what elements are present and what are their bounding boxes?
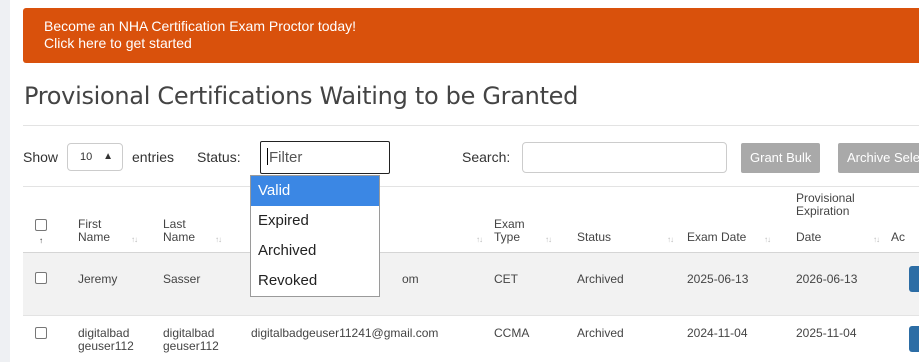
sort-icon[interactable]: ↑↓ bbox=[131, 235, 138, 244]
page-content: Become an NHA Certification Exam Proctor… bbox=[10, 0, 919, 362]
header-last-name[interactable]: Last Name bbox=[163, 218, 195, 244]
cell-last-name: digitalbad geuser112 bbox=[163, 327, 219, 353]
status-filter-placeholder: Filter bbox=[269, 149, 303, 166]
banner-line-1[interactable]: Become an NHA Certification Exam Proctor… bbox=[44, 18, 919, 35]
proctor-banner[interactable]: Become an NHA Certification Exam Proctor… bbox=[23, 8, 919, 63]
cell-email-partial: om bbox=[402, 272, 419, 286]
status-filter-dropdown: Valid Expired Archived Revoked bbox=[250, 175, 380, 297]
table-row: digitalbad geuser112 digitalbad geuser11… bbox=[23, 316, 919, 362]
header-first-name-line2: Name bbox=[78, 230, 111, 244]
row-checkbox[interactable] bbox=[35, 327, 47, 339]
table-controls: Show 10 ▲︎ entries Status: Filter Search… bbox=[23, 140, 919, 174]
header-first-name[interactable]: First Name bbox=[78, 218, 110, 244]
table-row: Jeremy Sasser s om CET Archived 2025-06-… bbox=[23, 253, 919, 315]
header-exam-date[interactable]: Exam Date bbox=[687, 231, 746, 244]
cell-provisional-expiration-date: 2025-11-04 bbox=[796, 326, 857, 340]
sort-icon[interactable]: ↑↓ bbox=[667, 235, 674, 244]
row-action-button[interactable] bbox=[909, 266, 919, 292]
cell-provisional-expiration-date: 2026-06-13 bbox=[796, 272, 858, 286]
cell-first-name-line2: geuser112 bbox=[78, 339, 134, 353]
cell-exam-type: CCMA bbox=[494, 326, 530, 340]
cell-last-name-line2: geuser112 bbox=[163, 339, 219, 353]
entries-select-value: 10 bbox=[80, 151, 93, 163]
cell-last-name: Sasser bbox=[163, 272, 201, 286]
banner-line-2[interactable]: Click here to get started bbox=[44, 35, 919, 52]
cell-first-name: digitalbad geuser112 bbox=[78, 327, 134, 353]
cell-email: digitalbadgeuser11241@gmail.com bbox=[251, 326, 439, 340]
updown-arrow-icon: ▲︎ bbox=[103, 151, 113, 162]
divider bbox=[23, 186, 919, 187]
cell-status: Archived bbox=[577, 272, 624, 286]
status-label: Status: bbox=[197, 149, 241, 165]
header-actions[interactable]: Ac bbox=[891, 231, 905, 244]
sort-asc-icon[interactable]: ↑ bbox=[39, 236, 43, 245]
entries-label: entries bbox=[132, 149, 175, 165]
text-caret bbox=[267, 148, 268, 165]
status-option-revoked[interactable]: Revoked bbox=[251, 266, 379, 296]
status-filter-input[interactable]: Filter bbox=[260, 141, 390, 174]
archive-selected-button[interactable]: Archive Selec bbox=[838, 143, 919, 173]
row-checkbox[interactable] bbox=[35, 272, 47, 284]
grant-bulk-button[interactable]: Grant Bulk bbox=[741, 143, 821, 173]
row-action-button[interactable] bbox=[909, 326, 919, 352]
header-prov-exp-line3: Date bbox=[796, 230, 822, 244]
sort-icon[interactable]: ↑↓ bbox=[873, 235, 880, 244]
header-provisional-expiration-date[interactable]: Provisional Expiration Date bbox=[796, 192, 855, 244]
header-status[interactable]: Status bbox=[577, 231, 611, 244]
table-header: ↑ First Name ↑↓ Last Name ↑↓ ↑ ↑↓ Exam T… bbox=[23, 189, 919, 252]
sort-icon[interactable]: ↑↓ bbox=[764, 235, 771, 244]
sort-icon[interactable]: ↑↓ bbox=[215, 235, 222, 244]
header-exam-type-line2: Type bbox=[494, 230, 521, 244]
cell-first-name: Jeremy bbox=[78, 272, 118, 286]
header-prov-exp-line2: Expiration bbox=[796, 204, 850, 218]
cell-exam-date: 2025-06-13 bbox=[687, 272, 749, 286]
select-all-checkbox[interactable] bbox=[35, 219, 47, 231]
divider bbox=[23, 125, 919, 126]
cell-status: Archived bbox=[577, 326, 624, 340]
cell-exam-type: CET bbox=[494, 272, 518, 286]
show-label: Show bbox=[23, 149, 59, 165]
sort-icon[interactable]: ↑↓ bbox=[545, 235, 552, 244]
status-option-archived[interactable]: Archived bbox=[251, 236, 379, 266]
sort-icon[interactable]: ↑↓ bbox=[476, 235, 483, 244]
cell-exam-date: 2024-11-04 bbox=[687, 326, 748, 340]
entries-select[interactable]: 10 ▲︎ bbox=[67, 143, 123, 171]
search-label: Search: bbox=[462, 149, 511, 165]
header-last-name-line2: Name bbox=[163, 230, 196, 244]
page-title: Provisional Certifications Waiting to be… bbox=[24, 82, 579, 110]
header-exam-type[interactable]: Exam Type bbox=[494, 218, 525, 244]
status-option-expired[interactable]: Expired bbox=[251, 206, 379, 236]
status-option-valid[interactable]: Valid bbox=[251, 176, 379, 206]
search-input[interactable] bbox=[522, 142, 727, 173]
